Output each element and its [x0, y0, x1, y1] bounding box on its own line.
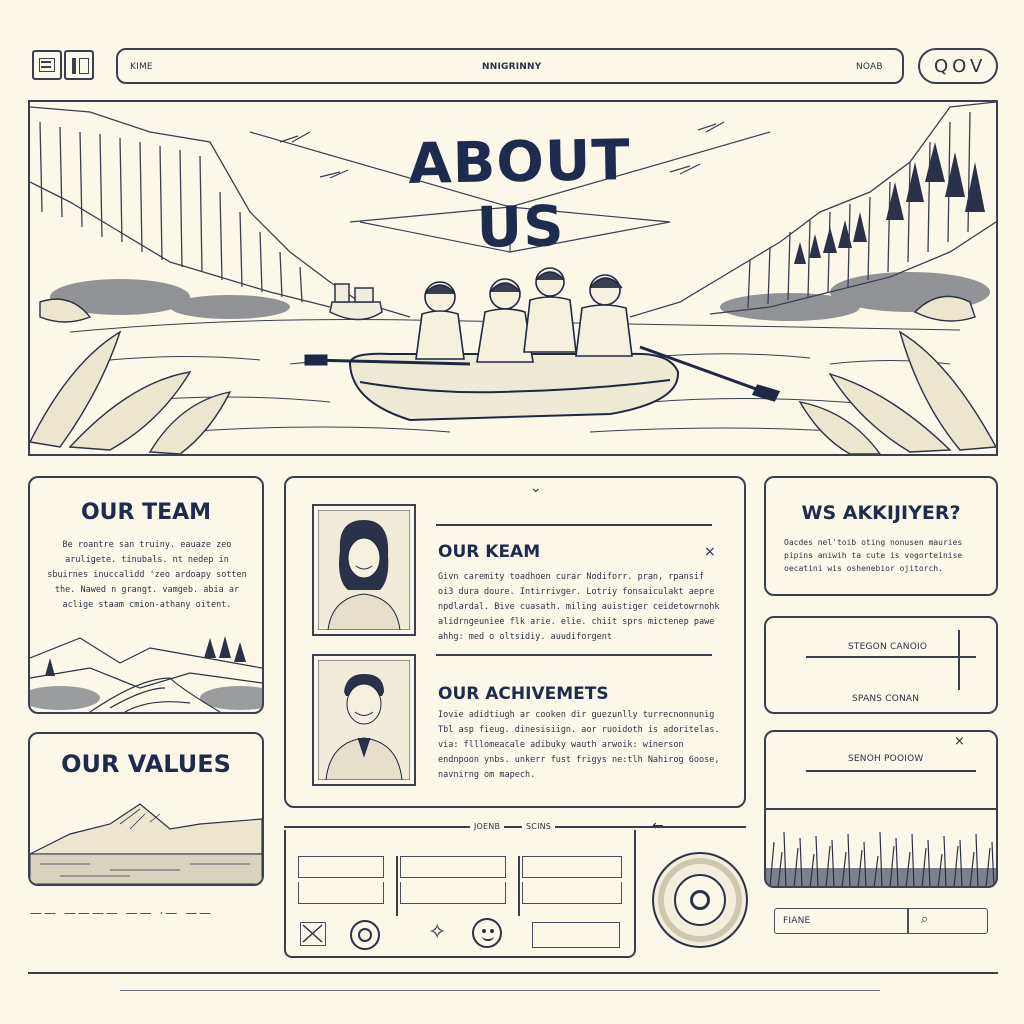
input-box-2[interactable]	[400, 856, 506, 878]
back-arrow-icon[interactable]: ←	[652, 818, 664, 834]
divider-line-mid	[436, 654, 712, 656]
target-icon[interactable]	[350, 920, 380, 950]
footer-rule-1	[28, 972, 998, 974]
hero-banner: ABOUT US	[28, 100, 998, 456]
info-list-card-2: × SENOH POOIOW	[764, 730, 998, 888]
values-footer-text: —— ———— —— ·— ——	[30, 906, 214, 920]
team-title: OUR TEAM	[80, 500, 212, 525]
input-box-3[interactable]	[522, 856, 622, 878]
search-icon[interactable]: ⌕	[921, 912, 928, 927]
achievements-title: OUR ACHIVEMETS	[438, 684, 609, 704]
input-box-1[interactable]	[298, 856, 384, 878]
mountain-lake-illustration	[30, 803, 262, 884]
hero-title: ABOUT US	[407, 128, 632, 261]
search-glyphs: QOV	[934, 56, 987, 77]
question-card: WS AKKIJIYER? Oacdes nel'toib oting nonu…	[764, 476, 998, 596]
address-right-label: NOAB	[856, 62, 883, 72]
close-icon[interactable]: ×	[704, 544, 716, 560]
question-title: WS AKKIJIYER?	[801, 502, 961, 524]
smiley-icon[interactable]	[472, 918, 502, 948]
values-title: OUR VALUES	[61, 750, 231, 778]
input-box-3-under[interactable]	[522, 882, 622, 904]
man-portrait	[318, 660, 410, 780]
woman-portrait	[318, 510, 410, 630]
item2-label[interactable]: SPANS CONAN	[852, 694, 919, 704]
keam-text: Givn caremity toadhoen curar Nodiforr. p…	[438, 572, 720, 642]
checkbox-crossed-icon[interactable]	[300, 922, 326, 946]
item3-label[interactable]: SENOH POOIOW	[848, 754, 923, 764]
achievements-text: Iovie adidtiugh ar cooken dir guezunlly …	[438, 710, 720, 780]
portrait-frame-2	[312, 654, 416, 786]
widget-panel: ✧	[284, 830, 636, 958]
item3-divider	[766, 808, 996, 810]
question-text: Oacdes nel'toib oting nonusen mauries pi…	[784, 538, 963, 573]
search-field-label: FIANE	[783, 916, 811, 926]
address-left-label: KIME	[130, 62, 153, 72]
sparkle-icon[interactable]: ✧	[428, 920, 446, 945]
item1-plus-v	[958, 630, 960, 690]
dial-knob[interactable]	[652, 852, 748, 948]
item1-line	[806, 656, 976, 658]
grid-view-icon[interactable]	[32, 50, 62, 80]
info-list-card-1: STEGON CANOIO SPANS CONAN	[764, 616, 998, 714]
search-field[interactable]: FIANE ⌕	[774, 908, 988, 934]
input-box-2-under[interactable]	[400, 882, 506, 904]
input-box-1-under[interactable]	[298, 882, 384, 904]
tab-row	[284, 826, 746, 828]
search-pill[interactable]: QOV	[918, 48, 998, 84]
header-bar: KIME NNIGRINNY NOAB QOV	[0, 0, 1024, 100]
portrait-frame-1	[312, 504, 416, 636]
divider-v-2	[518, 856, 520, 916]
item3-line	[806, 770, 976, 772]
item1-label[interactable]: STEGON CANOIO	[848, 642, 927, 652]
grass-illustration	[766, 831, 996, 886]
address-bar[interactable]: KIME NNIGRINNY NOAB	[116, 48, 904, 84]
values-card: OUR VALUES	[28, 732, 264, 886]
footer-rule-2	[120, 990, 880, 991]
profile-card: ⌄ OUR KEAM × Givn caremity toadhoen cura…	[284, 476, 746, 808]
list-view-icon[interactable]	[64, 50, 94, 80]
collapse-chevron-icon[interactable]: ⌄	[530, 480, 542, 496]
divider-line-top	[436, 524, 712, 526]
divider-v-1	[396, 856, 398, 916]
search-field-divider	[907, 909, 909, 933]
submit-box[interactable]	[532, 922, 620, 948]
item3-close-icon[interactable]: ×	[954, 734, 965, 749]
valley-illustration	[30, 636, 262, 712]
team-text: Be roantre san truiny. eauaze zeo arulig…	[47, 540, 247, 610]
team-card: OUR TEAM Be roantre san truiny. eauaze z…	[28, 476, 264, 714]
site-name: NNIGRINNY	[482, 62, 542, 72]
keam-title: OUR KEAM	[438, 542, 541, 562]
